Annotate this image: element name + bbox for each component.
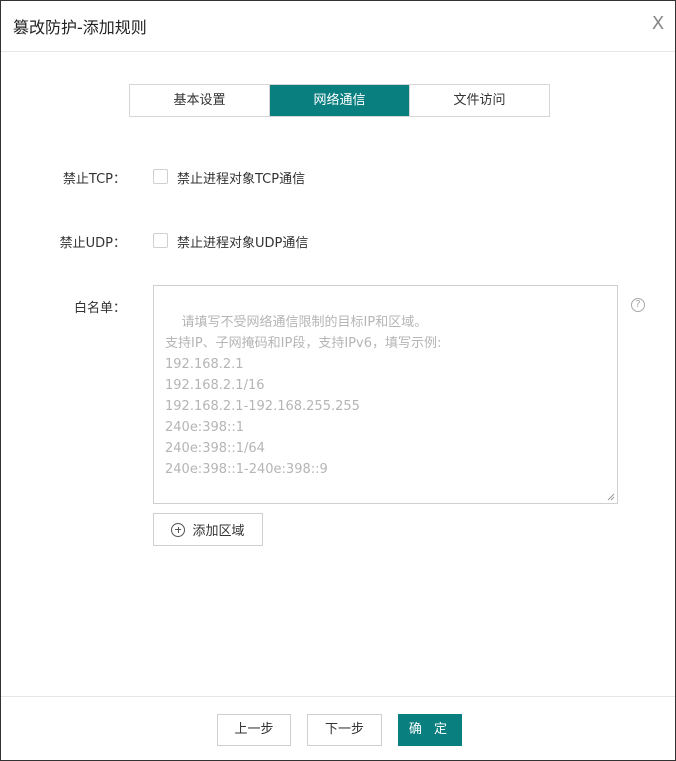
resize-handle-icon[interactable] <box>607 493 615 501</box>
tab-file-access[interactable]: 文件访问 <box>410 85 549 116</box>
udp-checkbox-text[interactable]: 禁止进程对象UDP通信 <box>177 232 308 251</box>
tab-bar: 基本设置 网络通信 文件访问 <box>129 84 550 117</box>
previous-step-button[interactable]: 上一步 <box>217 714 291 746</box>
next-step-button[interactable]: 下一步 <box>307 714 382 746</box>
add-region-label: 添加区域 <box>192 524 245 539</box>
dialog-footer: 上一步 下一步 确 定 <box>1 696 675 760</box>
tcp-checkbox[interactable] <box>153 169 168 184</box>
plus-circle-icon <box>171 522 186 537</box>
tab-basic-settings[interactable]: 基本设置 <box>130 85 270 116</box>
close-icon[interactable]: X <box>649 13 667 35</box>
add-rule-dialog: 篡改防护-添加规则 X 基本设置 网络通信 文件访问 禁止TCP： 禁止进程对象… <box>0 0 676 761</box>
confirm-button[interactable]: 确 定 <box>398 714 462 746</box>
whitelist-placeholder: 请填写不受网络通信限制的目标IP和区域。 支持IP、子网掩码和IP段，支持IPv… <box>165 315 442 477</box>
help-circle-icon[interactable]: ? <box>631 298 645 312</box>
tab-network-communication[interactable]: 网络通信 <box>270 85 410 116</box>
tcp-label: 禁止TCP： <box>62 172 126 187</box>
whitelist-label: 白名单： <box>73 301 126 316</box>
tcp-checkbox-text[interactable]: 禁止进程对象TCP通信 <box>177 168 305 187</box>
add-region-button[interactable]: 添加区域 <box>153 513 263 546</box>
whitelist-textarea[interactable]: 请填写不受网络通信限制的目标IP和区域。 支持IP、子网掩码和IP段，支持IPv… <box>153 285 618 504</box>
udp-label: 禁止UDP： <box>59 236 126 251</box>
dialog-header: 篡改防护-添加规则 X <box>1 1 675 52</box>
udp-checkbox[interactable] <box>153 233 168 248</box>
dialog-title: 篡改防护-添加规则 <box>13 18 147 37</box>
